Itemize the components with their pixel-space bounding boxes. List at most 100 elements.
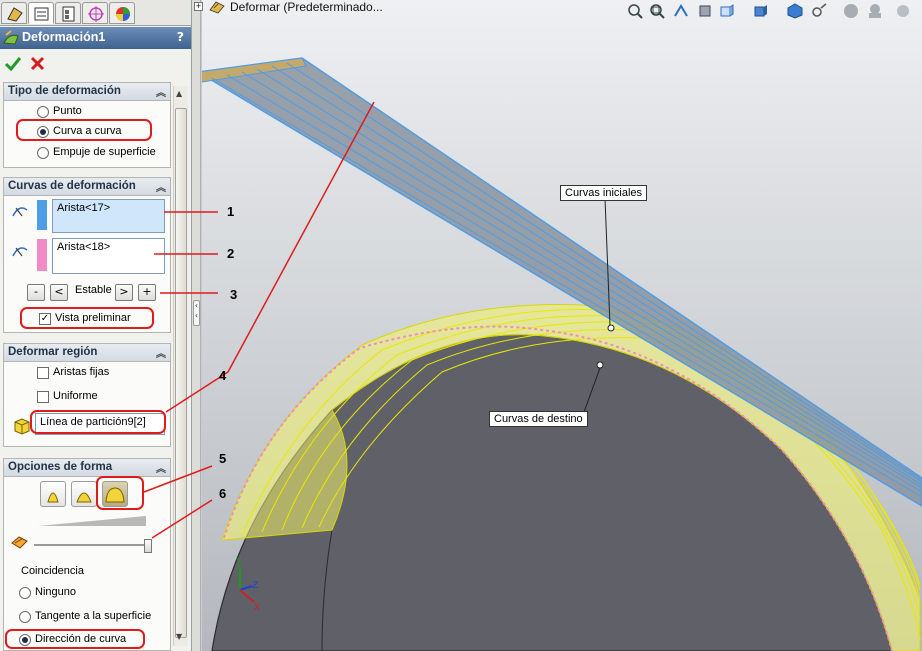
label-tangent: Tangente a la superficie <box>35 610 152 622</box>
svg-text:Y: Y <box>235 557 242 567</box>
scroll-thumb[interactable] <box>175 108 187 638</box>
initial-curve-swatch <box>37 200 47 230</box>
model-view: Y Z X <box>202 0 922 651</box>
annotation-2: 2 <box>227 246 235 261</box>
radio-tangent[interactable] <box>19 611 31 623</box>
next-button[interactable]: > <box>115 284 133 301</box>
tree-label: Deformar (Predeterminado... <box>230 0 383 14</box>
curve-select-icon <box>12 247 28 257</box>
graphics-viewport[interactable]: Y Z X <box>202 0 922 651</box>
previous-button[interactable]: < <box>50 284 68 301</box>
zoom-to-fit-icon[interactable] <box>626 2 644 20</box>
option-none[interactable]: Ninguno <box>4 586 170 602</box>
annotation-4: 4 <box>219 368 227 383</box>
previous-view-icon[interactable] <box>672 2 690 20</box>
group-header-deform-region[interactable]: Deformar región ︽ <box>4 344 170 362</box>
step-label: Estable <box>75 284 112 296</box>
fixed-edges-checkbox[interactable] <box>37 367 49 379</box>
display-style-icon[interactable] <box>752 2 770 20</box>
coincidence-label: Coincidencia <box>21 565 84 577</box>
callout-target-curves: Curvas de destino <box>489 411 588 427</box>
panel-scrollbar[interactable]: ▲ ▼ <box>173 86 188 646</box>
group-title: Opciones de forma <box>8 461 113 473</box>
heads-up-toolbar <box>626 0 922 22</box>
highlight-curve-direction <box>5 629 145 649</box>
group-header-shape-options[interactable]: Opciones de forma ︽ <box>4 459 170 477</box>
stiffness-medium-button[interactable] <box>71 481 97 507</box>
pick-initial <box>607 324 615 332</box>
label-surface-push: Empuje de superficie <box>53 146 156 158</box>
solidworks-window: Y Z X + Deformar (Predeterminado... Curv… <box>0 0 922 651</box>
expand-icon[interactable]: + <box>194 2 203 11</box>
svg-text:X: X <box>254 603 260 613</box>
radio-surface-push[interactable] <box>37 147 49 159</box>
add-button[interactable]: + <box>138 284 156 301</box>
tab-display-manager[interactable] <box>109 2 135 24</box>
section-view-icon[interactable] <box>696 2 714 20</box>
radio-none[interactable] <box>19 587 31 599</box>
feature-title-bar: Deformación1 ? <box>0 27 191 49</box>
collapse-icon[interactable]: ︽ <box>156 460 166 475</box>
group-title: Tipo de deformación <box>8 85 121 97</box>
label-uniform: Uniforme <box>53 390 98 402</box>
curve-select-icon <box>12 207 28 217</box>
sketch-icon <box>7 7 23 22</box>
panel-splitter[interactable]: ‹ ‹ <box>192 0 201 651</box>
tab-feature-manager[interactable] <box>1 2 27 24</box>
help-button[interactable]: ? <box>177 29 184 44</box>
property-manager-icon <box>34 7 49 21</box>
tab-dimxpert[interactable] <box>82 2 108 24</box>
annotation-3: 3 <box>230 287 238 302</box>
scene-icon[interactable] <box>842 2 860 20</box>
label-none: Ninguno <box>35 586 76 598</box>
deform-icon <box>3 30 19 45</box>
view-settings-icon[interactable] <box>866 2 884 20</box>
collapse-icon[interactable]: ︽ <box>156 345 166 360</box>
scroll-down-icon[interactable]: ▼ <box>176 632 182 641</box>
scroll-up-icon[interactable]: ▲ <box>176 89 182 98</box>
hide-show-icon[interactable] <box>786 2 804 20</box>
manager-tabs <box>0 0 191 26</box>
annotation-6: 6 <box>219 486 227 501</box>
view-orientation-icon[interactable] <box>718 2 736 20</box>
splitter-grip[interactable]: ‹ ‹ <box>193 300 200 326</box>
target-curve-swatch <box>37 239 47 271</box>
collapse-icon[interactable]: ︽ <box>156 84 166 99</box>
option-fixed-edges[interactable]: Aristas fijas <box>4 366 170 382</box>
callout-initial-curves: Curvas iniciales <box>560 185 648 201</box>
target-curve-list[interactable]: Arista<18> <box>52 238 165 274</box>
label-point: Punto <box>53 105 82 117</box>
uniform-checkbox[interactable] <box>37 391 49 403</box>
option-tangent[interactable]: Tangente a la superficie <box>4 610 170 626</box>
slider-track <box>34 544 152 546</box>
face-icon <box>14 418 30 435</box>
collapse-icon[interactable]: ︽ <box>156 179 166 194</box>
highlight-preview <box>20 307 154 329</box>
radio-point[interactable] <box>37 106 49 118</box>
annotation-5: 5 <box>219 451 227 466</box>
slider-thumb[interactable] <box>144 539 152 553</box>
group-title: Deformar región <box>8 346 98 358</box>
shape-accuracy-slider[interactable] <box>34 539 152 553</box>
option-surface-push[interactable]: Empuje de superficie <box>4 146 170 162</box>
ok-icon[interactable] <box>3 54 23 74</box>
cancel-icon[interactable] <box>28 54 48 74</box>
tab-property-manager[interactable] <box>28 2 54 24</box>
initial-curve-list[interactable]: Arista<17> <box>52 199 165 233</box>
remove-button[interactable]: - <box>27 284 45 301</box>
more-icon[interactable] <box>894 2 912 20</box>
option-uniform[interactable]: Uniforme <box>4 390 170 406</box>
group-header-deform-curves[interactable]: Curvas de deformación ︽ <box>4 178 170 196</box>
stiffness-min-button[interactable] <box>40 481 66 507</box>
feature-title: Deformación1 <box>22 30 106 44</box>
target-icon <box>88 6 104 22</box>
zoom-area-icon[interactable] <box>648 2 666 20</box>
tab-configuration-manager[interactable] <box>55 2 81 24</box>
part-icon <box>209 1 225 14</box>
group-header-deform-type[interactable]: Tipo de deformación ︽ <box>4 83 170 101</box>
group-title: Curvas de deformación <box>8 180 136 192</box>
shape-stiffness-icon <box>11 536 28 549</box>
property-manager-panel: Deformación1 ? Tipo de deformación ︽ Pun… <box>0 0 192 651</box>
stiffness-medium-icon <box>76 492 92 503</box>
appearance-edit-icon[interactable] <box>810 2 828 20</box>
